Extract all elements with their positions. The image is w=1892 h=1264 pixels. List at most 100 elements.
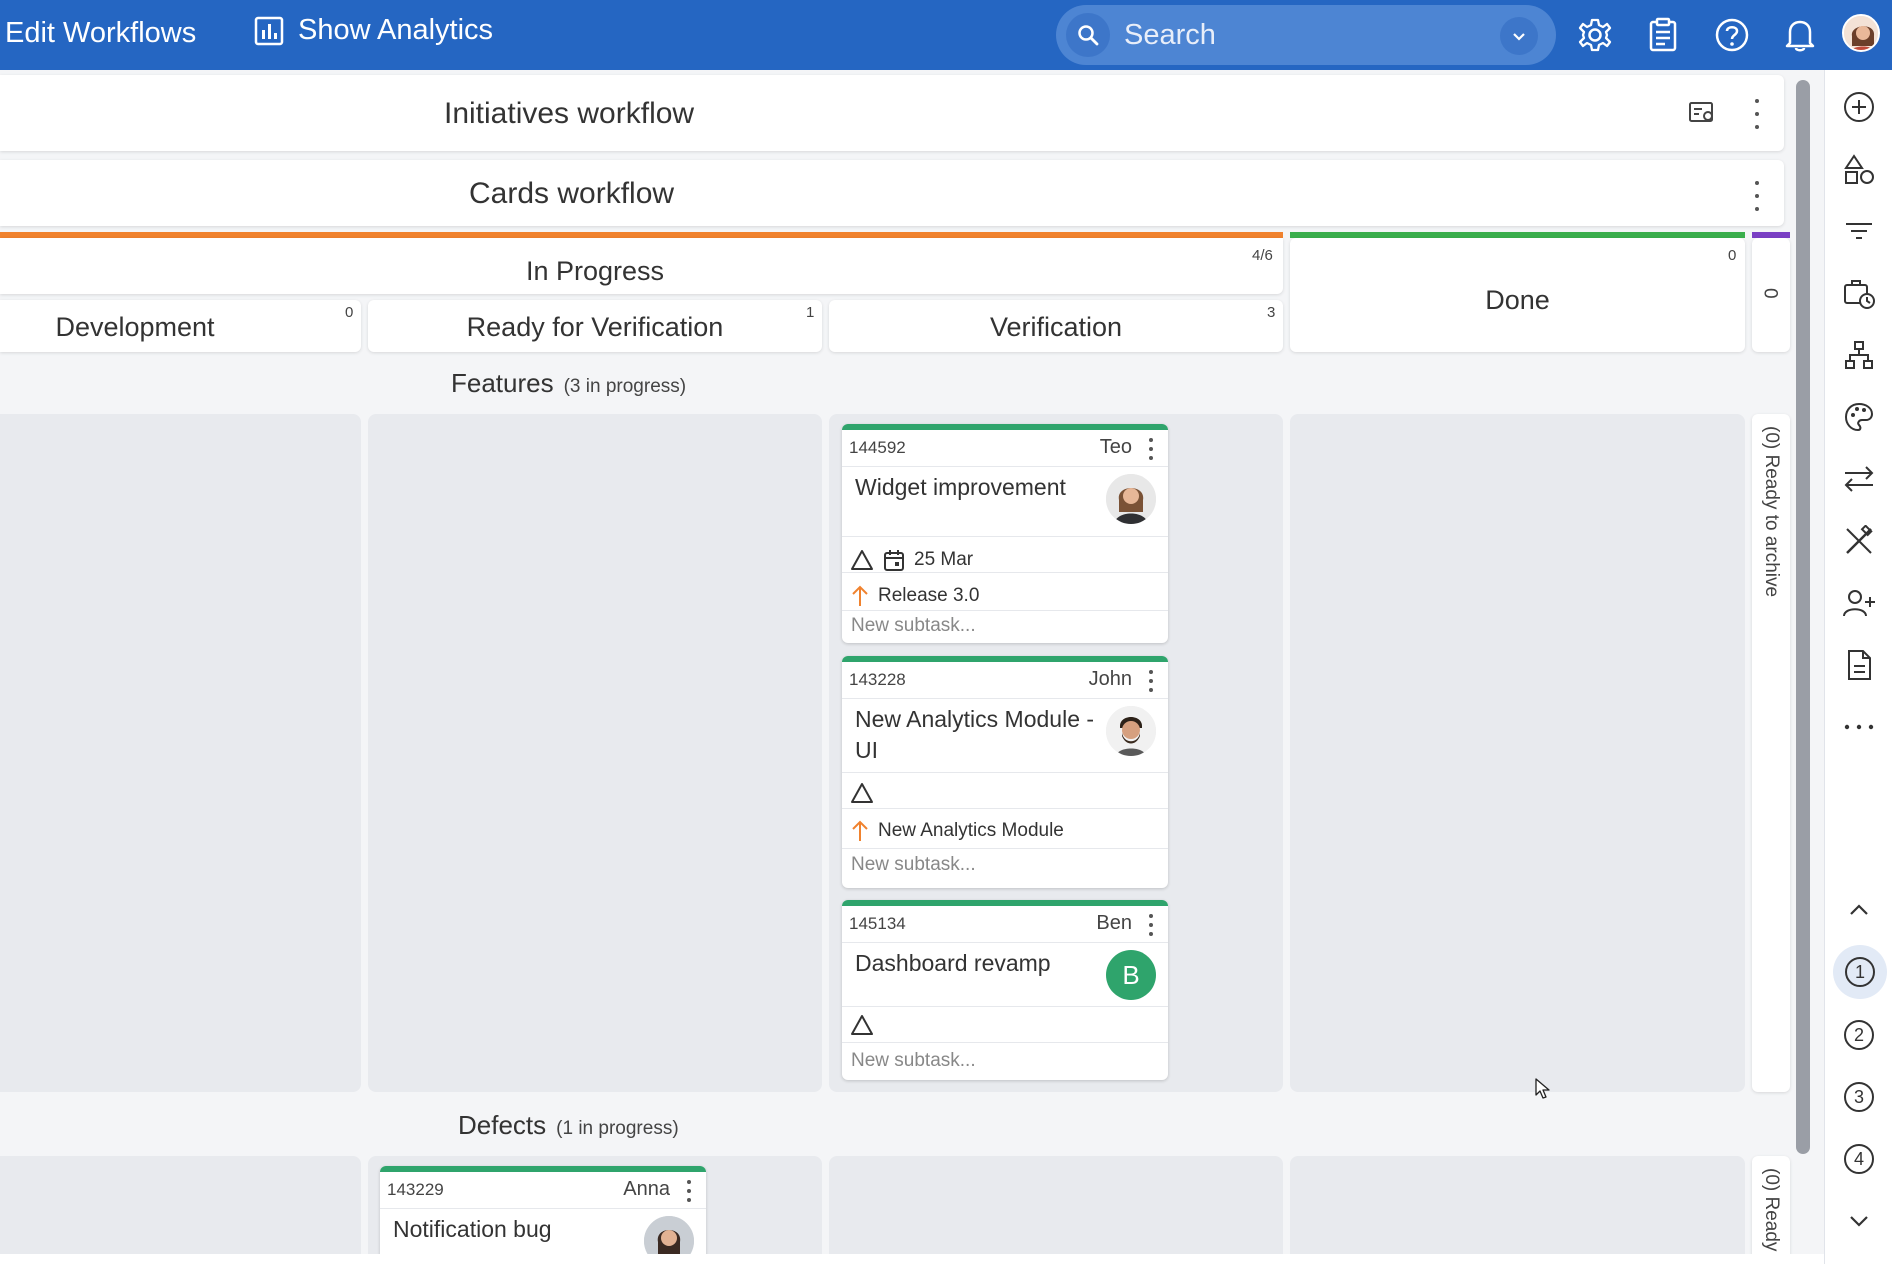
vertical-scrollbar[interactable] <box>1796 80 1810 1154</box>
swap-arrows-icon[interactable] <box>1839 459 1879 499</box>
design-tools-icon[interactable] <box>1839 521 1879 561</box>
defects-done-cell[interactable] <box>1290 1156 1745 1264</box>
card-owner: Anna <box>623 1178 670 1200</box>
defects-archive-cell[interactable]: (0) Ready <box>1752 1156 1790 1264</box>
card-accent-bar <box>842 424 1168 430</box>
level-2-label: 2 <box>1844 1020 1874 1050</box>
analytics-icon <box>254 16 284 45</box>
show-analytics-button[interactable]: Show Analytics <box>254 14 493 47</box>
card-divider <box>842 1006 1168 1007</box>
card-owner: John <box>1088 668 1132 690</box>
search-box[interactable] <box>1056 5 1556 65</box>
search-dropdown-chevron-icon[interactable] <box>1500 17 1538 55</box>
new-subtask-input[interactable] <box>851 615 1151 637</box>
level-4-button[interactable]: 4 <box>1839 1139 1879 1179</box>
verification-count: 3 <box>1267 304 1276 321</box>
done-header[interactable]: Done 0 <box>1290 238 1745 352</box>
features-section-title[interactable]: Features (3 in progress) <box>451 368 686 399</box>
initiatives-more-icon[interactable] <box>1747 99 1767 129</box>
in-progress-title: In Progress <box>525 256 665 286</box>
card-more-icon[interactable] <box>1146 670 1156 692</box>
warning-triangle-icon[interactable] <box>850 782 874 804</box>
card-title[interactable]: New Analytics Module - UI <box>855 704 1095 766</box>
development-title: Development <box>55 312 215 342</box>
card-divider <box>842 698 1168 699</box>
document-icon[interactable] <box>1839 645 1879 685</box>
level-3-button[interactable]: 3 <box>1839 1077 1879 1117</box>
archive-header[interactable]: 0 <box>1752 238 1790 352</box>
add-icon[interactable] <box>1839 87 1879 127</box>
search-input[interactable] <box>1124 15 1484 55</box>
card-accent-bar <box>380 1166 706 1172</box>
board-settings-icon[interactable] <box>1688 101 1716 130</box>
features-development-cell[interactable] <box>0 414 361 1092</box>
new-subtask-input[interactable] <box>851 854 1151 876</box>
ready-for-verification-title: Ready for Verification <box>466 312 724 342</box>
filter-icon[interactable] <box>1839 211 1879 251</box>
defects-development-cell[interactable] <box>0 1156 361 1264</box>
card-id: 145134 <box>849 914 906 933</box>
development-count: 0 <box>345 304 354 321</box>
shapes-icon[interactable] <box>1839 149 1879 189</box>
features-done-cell[interactable] <box>1290 414 1745 1092</box>
card-owner: Ben <box>1096 912 1132 934</box>
card-avatar[interactable]: B <box>1106 950 1156 1000</box>
show-analytics-label: Show Analytics <box>298 14 494 46</box>
card-145134[interactable]: 145134 Ben Dashboard revamp B <box>842 900 1168 1080</box>
card-more-icon[interactable] <box>1146 914 1156 936</box>
card-title[interactable]: Widget improvement <box>855 472 1095 503</box>
level-4-label: 4 <box>1844 1144 1874 1174</box>
card-more-icon[interactable] <box>1146 438 1156 460</box>
defects-section-title[interactable]: Defects (1 in progress) <box>458 1110 679 1141</box>
briefcase-clock-icon[interactable] <box>1839 273 1879 313</box>
in-progress-count: 4/6 <box>1252 247 1273 264</box>
warning-triangle-icon[interactable] <box>850 1014 874 1036</box>
card-title[interactable]: Dashboard revamp <box>855 948 1095 979</box>
card-divider <box>842 536 1168 537</box>
parent-arrow-up-icon <box>852 820 868 841</box>
card-id: 143228 <box>849 670 906 689</box>
card-avatar[interactable] <box>1106 706 1156 756</box>
cards-workflow-more-icon[interactable] <box>1747 181 1767 211</box>
level-2-button[interactable]: 2 <box>1839 1015 1879 1055</box>
card-parent-row[interactable]: New Analytics Module <box>850 819 1064 843</box>
chevron-up-icon[interactable] <box>1839 890 1879 930</box>
card-avatar[interactable] <box>1106 474 1156 524</box>
help-icon[interactable] <box>1709 12 1755 58</box>
cards-workflow-row: Cards workflow <box>0 160 1784 226</box>
palette-icon[interactable] <box>1839 397 1879 437</box>
card-143228[interactable]: 143228 John New Analytics Module - UI Ne… <box>842 656 1168 888</box>
more-horizontal-icon[interactable] <box>1839 707 1879 747</box>
card-due-date[interactable]: 25 Mar <box>914 549 973 571</box>
level-3-label: 3 <box>1844 1082 1874 1112</box>
card-parent-row[interactable]: Release 3.0 <box>850 584 979 608</box>
features-archive-cell[interactable]: (0) Ready to archive <box>1752 414 1790 1092</box>
clipboard-icon[interactable] <box>1640 12 1686 58</box>
verification-column-header[interactable]: Verification 3 <box>829 300 1283 352</box>
hierarchy-icon[interactable] <box>1839 335 1879 375</box>
card-144592[interactable]: 144592 Teo Widget improvement 25 Mar Rel… <box>842 424 1168 643</box>
edit-workflows-button[interactable]: Edit Workflows <box>5 17 196 50</box>
user-avatar[interactable] <box>1842 14 1880 52</box>
gear-icon[interactable] <box>1572 12 1618 58</box>
chevron-down-icon[interactable] <box>1839 1201 1879 1241</box>
ready-for-verification-column-header[interactable]: Ready for Verification 1 <box>368 300 822 352</box>
defects-archive-label: (0) Ready <box>1761 1168 1782 1252</box>
development-column-header[interactable]: Development 0 <box>0 300 361 352</box>
in-progress-header[interactable]: In Progress 4/6 <box>0 238 1283 294</box>
card-id: 144592 <box>849 438 906 457</box>
archive-count: 0 <box>1762 288 1783 299</box>
card-143229[interactable]: 143229 Anna Notification bug <box>380 1166 706 1264</box>
defects-verification-cell[interactable] <box>829 1156 1283 1264</box>
features-title: Features <box>451 368 554 398</box>
search-icon[interactable] <box>1066 13 1110 57</box>
warning-triangle-icon[interactable] <box>850 549 874 571</box>
bell-icon[interactable] <box>1777 12 1823 58</box>
level-1-button[interactable]: 1 <box>1833 945 1887 999</box>
new-subtask-input[interactable] <box>851 1050 1151 1072</box>
features-ready-for-verification-cell[interactable] <box>368 414 822 1092</box>
card-owner: Teo <box>1099 436 1132 458</box>
add-user-icon[interactable] <box>1839 583 1879 623</box>
card-more-icon[interactable] <box>684 1180 694 1202</box>
card-title[interactable]: Notification bug <box>393 1214 633 1245</box>
